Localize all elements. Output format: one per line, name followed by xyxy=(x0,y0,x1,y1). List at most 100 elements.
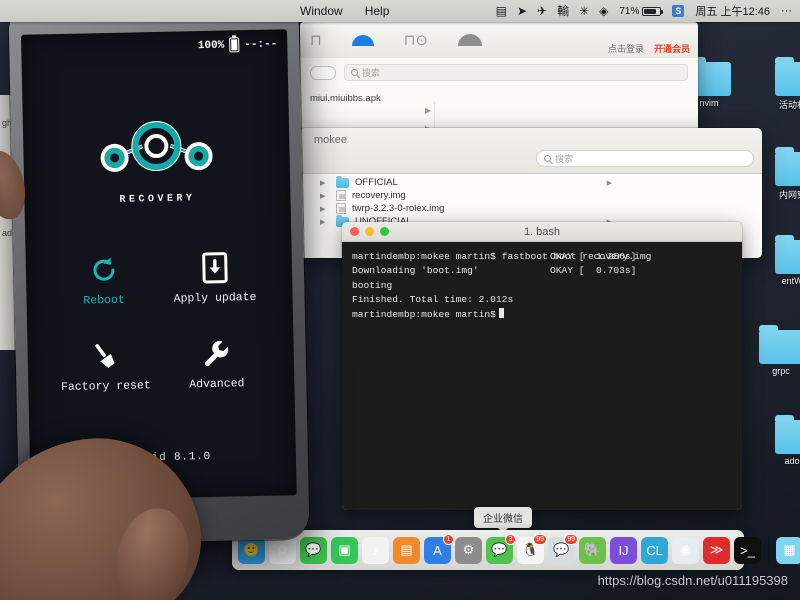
dock-evernote[interactable]: 🐘 xyxy=(579,536,606,564)
finder-row-name: OFFICIAL xyxy=(355,177,398,188)
terminal-window[interactable]: 1. bash martindembp:mokee martin$ fastbo… xyxy=(342,222,742,510)
login-link[interactable]: 点击登录 xyxy=(608,42,644,55)
wechat-search-row: 搜索 xyxy=(300,58,698,85)
control-center-icon[interactable]: ··· xyxy=(781,5,792,17)
lineage-circles-icon xyxy=(100,121,213,172)
chevron-right-icon[interactable]: ▶ xyxy=(607,179,612,187)
wechat-file-row[interactable] xyxy=(310,107,698,125)
finder-window-title: mokee xyxy=(314,134,348,146)
desktop-folder-hadoop[interactable]: adoop xyxy=(760,415,800,466)
wechat-file-row[interactable]: miui.miuibbs.apk xyxy=(310,89,698,107)
terminal-okay-column: OKAY [ 1.256s] OKAY [ 0.703s] xyxy=(550,250,636,279)
terminal-output[interactable]: martindembp:mokee martin$ fastboot boot … xyxy=(342,242,742,510)
profile-avatar xyxy=(458,34,482,46)
recovery-menu-item-reboot[interactable]: Reboot xyxy=(48,250,160,308)
desktop-folder-huodongxiangce[interactable]: 活动相册 xyxy=(760,57,800,111)
finder-search-placeholder: 搜索 xyxy=(555,154,574,164)
shadowsocks-icon[interactable]: ✈ xyxy=(537,5,547,17)
recovery-menu-label: Advanced xyxy=(189,377,245,392)
terminal-status-line: OKAY [ 0.703s] xyxy=(550,265,637,277)
folder-icon xyxy=(759,325,800,364)
battery-icon xyxy=(229,37,240,53)
recovery-status-bar: 100% --:-- xyxy=(198,36,278,53)
chevron-right-icon[interactable]: ▶ xyxy=(425,106,431,115)
finder-search-input[interactable]: 搜索 xyxy=(536,150,754,167)
snipaste-icon[interactable]: S xyxy=(672,5,685,17)
menu-window[interactable]: Window xyxy=(300,4,343,18)
finder-row[interactable]: ▶ twrp-3.2.3-0-rolex.img xyxy=(300,202,762,215)
chevron-right-icon[interactable]: ▶ xyxy=(320,205,325,213)
dock-qq[interactable]: 🐧 99 xyxy=(517,533,547,564)
dock-appstore[interactable]: A1 xyxy=(424,533,454,564)
recovery-menu-item-factory-reset[interactable]: Factory reset xyxy=(49,336,161,394)
wechat-file-list: miui.miuibbs.apk xyxy=(300,85,698,125)
dock-photos[interactable]: ✿ xyxy=(269,536,296,564)
menu-help[interactable]: Help xyxy=(365,4,390,18)
dock-terminal[interactable]: >_ xyxy=(734,536,761,564)
search-icon xyxy=(544,155,551,162)
dock[interactable]: 🙂✿💬▣♪▤A1⚙💬3🐧99💬99🐘IJCL◉≫>_▦⬇🗑 xyxy=(232,530,800,570)
wechat-search-input[interactable]: 搜索 xyxy=(344,64,688,81)
recovery-menu: Reboot Apply update Factory reset Advanced xyxy=(48,248,273,395)
battery-status[interactable]: 71% xyxy=(619,5,664,17)
battery-percent-label: 71% xyxy=(619,5,640,17)
toggle-pill-icon[interactable] xyxy=(310,65,336,80)
finder-row-name: recovery.img xyxy=(352,190,406,201)
terminal-title-text: 1. bash xyxy=(523,225,561,238)
phone-screen[interactable]: 100% --:-- RECOVERY Reboot Apply update … xyxy=(21,29,297,501)
menu-bar-menus: Window Help xyxy=(0,4,389,18)
recovery-menu-item-advanced[interactable]: Advanced xyxy=(160,334,272,392)
wechat-file-name: miui.miuibbs.apk xyxy=(310,92,381,104)
dock-facetime[interactable]: ▣ xyxy=(331,536,358,564)
terminal-line: booting xyxy=(352,279,393,291)
recovery-menu-label: Factory reset xyxy=(60,379,151,395)
terminal-cursor xyxy=(498,307,504,318)
folder-icon xyxy=(775,235,800,274)
search-icon xyxy=(351,69,358,76)
dock-system-preferences[interactable]: ⚙ xyxy=(455,536,482,564)
menu-bar-status-items: ▤ ➤ ✈ 輸 ✳ ◈ 71% S 周五 上午12:46 ··· xyxy=(496,3,800,19)
finder-row-name: twrp-3.2.3-0-rolex.img xyxy=(352,203,445,214)
screenshot-root: nvim活动相册内网穿透entWebgrpcadoop ghtipad ⊓ ⊓⊙… xyxy=(0,0,800,600)
lineageos-logo: RECOVERY xyxy=(23,117,291,208)
chevron-right-icon[interactable]: ▶ xyxy=(320,192,325,200)
wechat-window[interactable]: ⊓ ⊓⊙ 点击登录 开通会员 搜索 miui.miuibbs.apk ▶ xyxy=(300,22,698,140)
tabs-icon: ⊓⊙ xyxy=(403,32,428,49)
dock-messages[interactable]: 💬 xyxy=(300,536,327,564)
dock-finder[interactable]: 🙂 xyxy=(238,536,265,564)
dock-wechat[interactable]: 💬 3 xyxy=(486,533,516,564)
input-source-icon[interactable]: 輸 xyxy=(557,5,569,17)
desktop-folder-grpc[interactable]: grpc xyxy=(744,325,800,376)
dock-safari[interactable]: ◉ xyxy=(672,536,699,564)
desktop-folder-entweb[interactable]: entWeb xyxy=(760,235,800,286)
dock-wecom[interactable]: 💬 99 xyxy=(548,533,578,564)
location-arrow-icon[interactable]: ➤ xyxy=(517,5,527,17)
clock-label[interactable]: 周五 上午12:46 xyxy=(695,3,770,19)
dock-itunes[interactable]: ♪ xyxy=(362,536,389,564)
dock-sublime-text[interactable]: ≫ xyxy=(703,536,730,564)
terminal-status-line: OKAY [ 1.256s] xyxy=(550,251,637,262)
dock-intellij-idea[interactable]: IJ xyxy=(610,536,637,564)
keyboard-input-icon[interactable]: ▤ xyxy=(496,5,507,17)
dock-clion[interactable]: CL xyxy=(641,536,668,564)
dock-tooltip: 企业微信 xyxy=(474,507,532,533)
terminal-line: Finished. Total time: 2.012s xyxy=(352,294,514,306)
finder-row[interactable]: ▶ OFFICIAL ▶ xyxy=(300,175,762,189)
dock-ibooks[interactable]: ▤ xyxy=(393,536,420,564)
recovery-menu-item-apply-update[interactable]: Apply update xyxy=(159,248,271,306)
battery-percent-label: 100% xyxy=(197,39,225,52)
folder-label: 活动相册 xyxy=(778,100,800,110)
desktop-folder-neiwangchuantou[interactable]: 内网穿透 xyxy=(760,147,800,201)
folder-label: 内网穿透 xyxy=(778,190,800,200)
dock-separator xyxy=(768,537,769,563)
dock-preview[interactable]: ▦ xyxy=(776,536,800,564)
macos-menu-bar[interactable]: Window Help ▤ ➤ ✈ 輸 ✳ ◈ 71% S 周五 上午12:46 ··· xyxy=(0,0,800,22)
vip-link[interactable]: 开通会员 xyxy=(654,42,690,55)
chevron-right-icon[interactable]: ▶ xyxy=(320,179,325,187)
folder-icon xyxy=(775,57,800,96)
bluetooth-icon[interactable]: ✳ xyxy=(579,5,589,17)
folder-label: adoop xyxy=(784,456,800,466)
wifi-icon[interactable]: ◈ xyxy=(599,5,608,17)
finder-row[interactable]: ▶ recovery.img xyxy=(300,189,762,202)
chevron-right-icon[interactable]: ▶ xyxy=(320,218,325,226)
